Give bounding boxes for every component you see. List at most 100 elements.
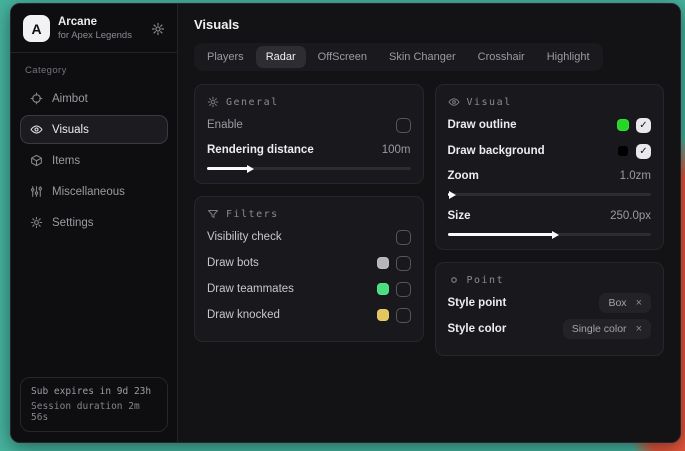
panel-title-text: Point [467,275,505,286]
color-swatch[interactable] [377,309,389,321]
left-column: General Enable Rendering distance 100m [194,84,424,342]
sidebar-item-label: Items [52,155,80,167]
sidebar: A Arcane for Apex Legends Category Aimbo… [11,4,178,442]
session-info-box: Sub expires in 9d 23h Session duration 2… [20,377,168,432]
color-swatch[interactable] [377,283,389,295]
size-value: 250.0px [610,210,651,222]
rendering-distance-group: Rendering distance 100m [207,140,411,170]
size-slider[interactable] [448,233,652,236]
panel-title-text: Filters [226,209,279,220]
app-logo: A [23,15,50,42]
checkbox[interactable] [396,230,411,245]
sidebar-item-label: Aimbot [52,93,88,105]
visual-row-background: Draw background ✓ [448,138,652,164]
color-swatch[interactable] [617,119,629,131]
zoom-slider[interactable] [448,193,652,196]
tab-skin-changer[interactable]: Skin Changer [379,46,466,68]
gear-icon [207,96,219,108]
category-label: Category [11,53,177,80]
filter-row-teammates: Draw teammates [207,276,411,302]
filter-row-visibility: Visibility check [207,224,411,250]
filter-label: Draw teammates [207,283,294,295]
zoom-label: Zoom [448,170,479,182]
session-duration-text: Session duration 2m 56s [31,401,157,423]
size-group: Size 250.0px [448,206,652,236]
enable-checkbox[interactable] [396,118,411,133]
crosshair-icon [30,92,43,105]
slider-fill[interactable] [448,233,554,236]
rendering-distance-slider[interactable] [207,167,411,170]
checkbox[interactable] [396,308,411,323]
chip-value: Single color [572,323,627,335]
size-label: Size [448,210,471,222]
checkbox[interactable]: ✓ [636,144,651,159]
checkbox[interactable]: ✓ [636,118,651,133]
app-subtitle: for Apex Legends [58,30,143,41]
sidebar-item-miscellaneous[interactable]: Miscellaneous [20,177,168,206]
tab-bar: Players Radar OffScreen Skin Changer Cro… [194,43,603,71]
slider-fill[interactable] [207,167,248,170]
rendering-distance-value: 100m [382,144,411,156]
filter-row-knocked: Draw knocked [207,302,411,328]
tab-players[interactable]: Players [197,46,254,68]
style-point-select[interactable]: Box × [599,293,651,313]
filter-row-bots: Draw bots [207,250,411,276]
funnel-icon [207,208,219,220]
gear-icon[interactable] [151,22,165,36]
rendering-distance-row: Rendering distance 100m [207,140,411,160]
panel-point-title: Point [448,274,652,286]
enable-row: Enable [207,112,411,138]
filter-label: Visibility check [207,231,282,243]
checkbox[interactable] [396,256,411,271]
sub-expires-text: Sub expires in 9d 23h [31,386,157,397]
panel-general: General Enable Rendering distance 100m [194,84,424,184]
visual-row-outline: Draw outline ✓ [448,112,652,138]
main-area: Visuals Players Radar OffScreen Skin Cha… [178,4,680,442]
close-icon[interactable]: × [636,323,642,335]
panel-visual: Visual Draw outline ✓ Draw background [435,84,665,250]
rendering-distance-label: Rendering distance [207,144,314,156]
style-point-row: Style point Box × [448,290,652,316]
chip-value: Box [608,297,626,309]
checkbox[interactable] [396,282,411,297]
visual-label: Draw outline [448,119,517,131]
tab-radar[interactable]: Radar [256,46,306,68]
sidebar-nav: Aimbot Visuals Items Miscellaneous [11,80,177,241]
app-window: A Arcane for Apex Legends Category Aimbo… [10,3,681,443]
style-color-label: Style color [448,323,507,335]
panel-filters-title: Filters [207,208,411,220]
panel-point: Point Style point Box × Style color Sing… [435,262,665,356]
tab-highlight[interactable]: Highlight [537,46,600,68]
main-header: Visuals [178,4,680,43]
zoom-group: Zoom 1.0zm [448,166,652,196]
sidebar-item-items[interactable]: Items [20,146,168,175]
panel-general-title: General [207,96,411,108]
style-color-select[interactable]: Single color × [563,319,651,339]
tab-offscreen[interactable]: OffScreen [308,46,377,68]
sidebar-item-settings[interactable]: Settings [20,208,168,237]
panel-filters: Filters Visibility check Draw bots [194,196,424,342]
dot-icon [448,274,460,286]
panel-visual-title: Visual [448,96,652,108]
tab-crosshair[interactable]: Crosshair [468,46,535,68]
panel-title-text: General [226,97,279,108]
page-title: Visuals [194,17,664,32]
filter-label: Draw bots [207,257,259,269]
slider-fill[interactable] [448,193,450,196]
style-point-label: Style point [448,297,507,309]
right-column: Visual Draw outline ✓ Draw background [435,84,665,356]
eye-icon [30,123,43,136]
sidebar-item-label: Visuals [52,124,89,136]
sidebar-item-aimbot[interactable]: Aimbot [20,84,168,113]
color-swatch[interactable] [617,145,629,157]
size-row: Size 250.0px [448,206,652,226]
gear-icon [30,216,43,229]
close-icon[interactable]: × [636,297,642,309]
sidebar-header: A Arcane for Apex Legends [11,4,177,53]
app-names: Arcane for Apex Legends [58,16,143,41]
sliders-icon [30,185,43,198]
color-swatch[interactable] [377,257,389,269]
sidebar-item-visuals[interactable]: Visuals [20,115,168,144]
content: General Enable Rendering distance 100m [178,71,680,369]
enable-label: Enable [207,119,243,131]
